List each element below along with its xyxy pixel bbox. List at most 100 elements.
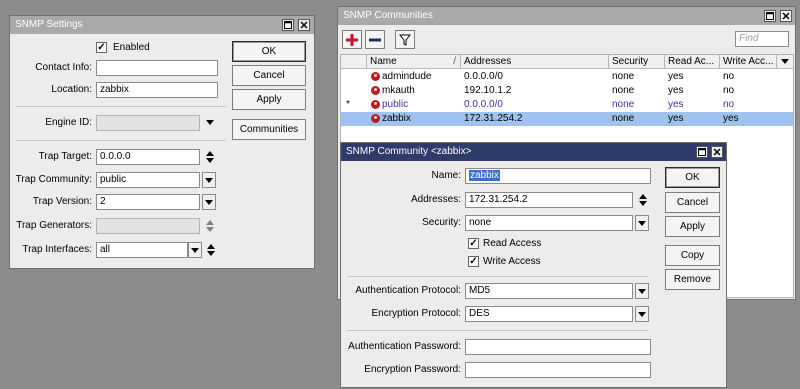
restore-icon[interactable] <box>282 19 294 31</box>
close-icon[interactable] <box>298 19 310 31</box>
row-marker <box>341 112 355 126</box>
addresses-label: Addresses: <box>410 194 461 205</box>
auth-password-label: Authentication Password: <box>348 341 461 352</box>
read-access-label: Read Access <box>483 238 542 249</box>
cancel-button[interactable]: Cancel <box>665 192 720 213</box>
security-field[interactable]: none <box>465 215 633 231</box>
security-dropdown-icon[interactable] <box>635 215 649 231</box>
ok-button[interactable]: OK <box>232 41 306 62</box>
column-header-security[interactable]: Security <box>609 55 665 69</box>
column-header-marker <box>341 55 367 69</box>
enabled-checkbox[interactable]: ✓ <box>96 42 107 53</box>
restore-icon[interactable] <box>696 146 708 158</box>
location-label: Location: <box>51 84 92 95</box>
name-field[interactable]: zabbix <box>465 168 651 184</box>
separator <box>347 330 648 331</box>
snmp-community-title: SNMP Community <zabbix> <box>346 146 472 157</box>
table-row[interactable]: zabbix 172.31.254.2 none yes yes <box>341 112 793 126</box>
filter-icon <box>398 34 412 46</box>
write-access-checkbox[interactable]: ✓ <box>468 256 479 267</box>
snmp-communities-title: SNMP Communities <box>343 10 433 21</box>
security-label: Security: <box>422 217 461 228</box>
row-name: zabbix <box>382 113 411 124</box>
row-read-access: yes <box>668 113 684 124</box>
separator <box>16 106 226 107</box>
column-menu-icon[interactable] <box>779 58 791 66</box>
row-security: none <box>612 85 635 96</box>
separator <box>16 140 226 141</box>
read-access-checkbox[interactable]: ✓ <box>468 238 479 249</box>
find-placeholder: Find <box>739 33 759 44</box>
auth-password-field[interactable] <box>465 339 651 355</box>
enc-password-field[interactable] <box>465 362 651 378</box>
close-icon[interactable] <box>711 146 723 158</box>
addresses-field[interactable]: 172.31.254.2 <box>465 192 633 208</box>
column-header-addresses[interactable]: Addresses <box>461 55 609 69</box>
column-header-name[interactable]: Name / <box>367 55 461 69</box>
row-addresses: 172.31.254.2 <box>464 113 523 124</box>
row-addresses: 0.0.0.0/0 <box>464 71 503 82</box>
row-name: admindude <box>382 71 432 82</box>
row-security: none <box>612 113 635 124</box>
row-security: none <box>612 99 635 110</box>
column-header-write-access[interactable]: Write Acc... <box>720 55 777 69</box>
trap-interfaces-updown-icon[interactable] <box>205 242 217 258</box>
snmp-settings-window: SNMP Settings ✓ Enabled Contact Info: Lo… <box>9 15 315 269</box>
remove-button[interactable] <box>365 30 385 49</box>
trap-interfaces-field[interactable]: all <box>96 242 188 258</box>
snmp-communities-titlebar[interactable]: SNMP Communities <box>338 7 795 25</box>
snmp-community-titlebar[interactable]: SNMP Community <zabbix> <box>341 143 726 161</box>
column-name-label: Name <box>370 56 397 67</box>
contact-info-field[interactable] <box>96 60 218 76</box>
location-field[interactable]: zabbix <box>96 82 218 98</box>
separator <box>347 276 648 277</box>
snmp-settings-title: SNMP Settings <box>15 19 83 30</box>
row-name: mkauth <box>382 85 415 96</box>
engine-id-field[interactable] <box>96 115 200 131</box>
name-value: zabbix <box>469 170 500 181</box>
trap-version-dropdown-icon[interactable] <box>202 194 216 210</box>
auth-protocol-dropdown-icon[interactable] <box>635 283 649 299</box>
trap-community-field[interactable]: public <box>96 172 200 188</box>
trap-community-dropdown-icon[interactable] <box>202 172 216 188</box>
row-read-access: yes <box>668 99 684 110</box>
trap-interfaces-dropdown-icon[interactable] <box>188 242 202 258</box>
trap-target-field[interactable]: 0.0.0.0 <box>96 149 200 165</box>
row-marker <box>341 84 355 98</box>
enc-protocol-dropdown-icon[interactable] <box>635 306 649 322</box>
trap-generators-field[interactable] <box>96 218 200 234</box>
table-row[interactable]: * public 0.0.0.0/0 none yes no <box>341 98 793 112</box>
trap-target-updown-icon[interactable] <box>204 149 216 165</box>
remove-button[interactable]: Remove <box>665 269 720 290</box>
trap-version-field[interactable]: 2 <box>96 194 200 210</box>
auth-protocol-field[interactable]: MD5 <box>465 283 633 299</box>
ok-button[interactable]: OK <box>665 167 720 188</box>
enc-password-label: Encryption Password: <box>364 364 461 375</box>
snmp-settings-titlebar[interactable]: SNMP Settings <box>10 16 314 34</box>
close-icon[interactable] <box>780 10 792 22</box>
addresses-updown-icon[interactable] <box>637 192 649 208</box>
row-read-access: yes <box>668 85 684 96</box>
cancel-button[interactable]: Cancel <box>232 65 306 86</box>
row-marker <box>341 70 355 84</box>
communities-button[interactable]: Communities <box>232 119 306 140</box>
filter-button[interactable] <box>395 30 415 49</box>
restore-icon[interactable] <box>764 10 776 22</box>
copy-button[interactable]: Copy <box>665 245 720 266</box>
table-row[interactable]: admindude 0.0.0.0/0 none yes no <box>341 70 793 84</box>
find-input[interactable]: Find <box>735 31 789 47</box>
enc-protocol-field[interactable]: DES <box>465 306 633 322</box>
engine-id-dropdown-icon[interactable] <box>205 119 215 127</box>
apply-button[interactable]: Apply <box>665 216 720 237</box>
snmp-community-window: SNMP Community <zabbix> Name: zabbix Add… <box>340 142 727 388</box>
table-row[interactable]: mkauth 192.10.1.2 none yes no <box>341 84 793 98</box>
column-header-read-access[interactable]: Read Ac... <box>665 55 720 69</box>
engine-id-label: Engine ID: <box>45 117 92 128</box>
plus-icon <box>346 34 358 46</box>
add-button[interactable] <box>342 30 362 49</box>
trap-generators-updown-icon[interactable] <box>204 218 216 234</box>
minus-icon <box>369 34 381 46</box>
trap-community-label: Trap Community: <box>15 174 92 185</box>
row-read-access: yes <box>668 71 684 82</box>
apply-button[interactable]: Apply <box>232 89 306 110</box>
